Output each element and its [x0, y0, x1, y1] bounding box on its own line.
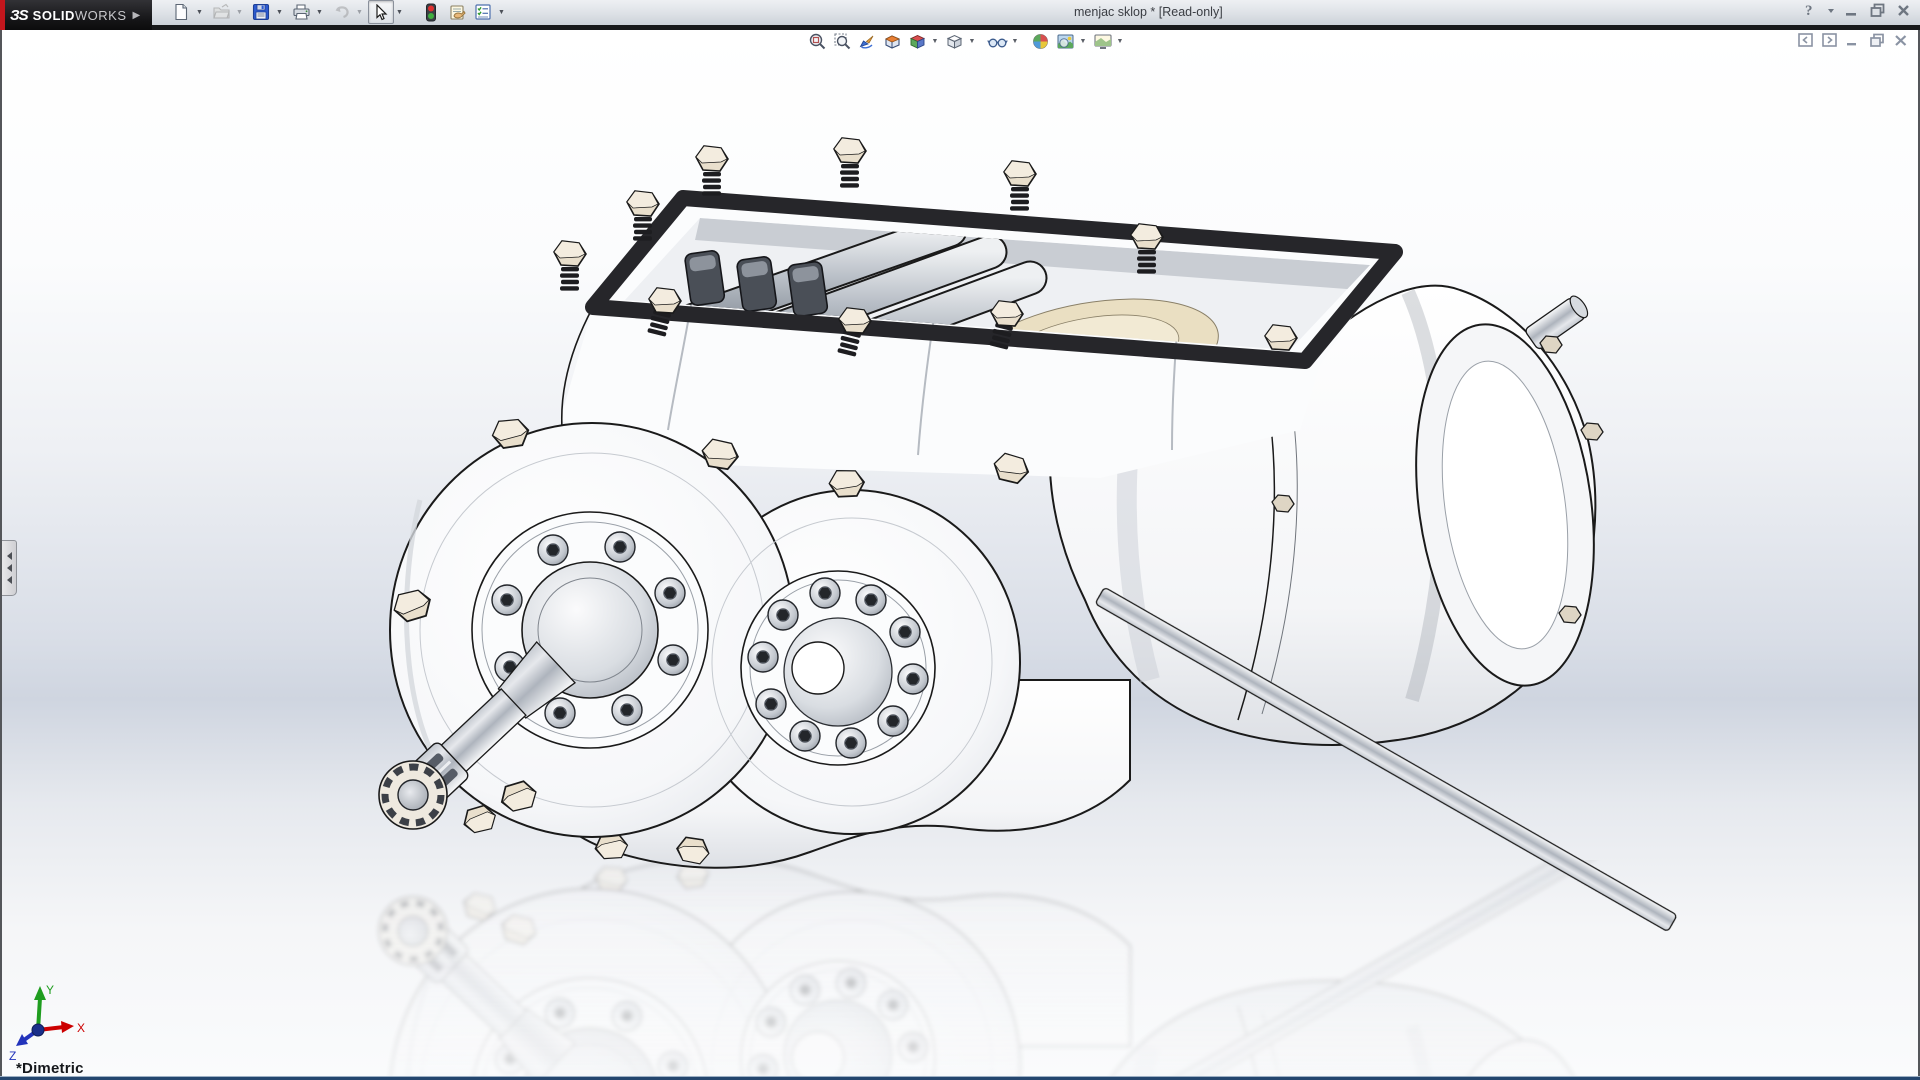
graphics-viewport[interactable]: ▼ ▼ ▼: [2, 30, 1918, 1076]
select-dropdown[interactable]: ▼: [394, 1, 405, 23]
feature-tree-collapsed-tab[interactable]: [2, 540, 17, 596]
save-button[interactable]: [248, 0, 274, 24]
save-floppy-icon: [252, 3, 270, 21]
restore-document-icon[interactable]: [1869, 33, 1885, 47]
document-window-controls: [1798, 33, 1908, 47]
open-dropdown[interactable]: ▼: [234, 1, 245, 23]
apply-scene-dropdown[interactable]: ▼: [1078, 38, 1088, 45]
new-document-dropdown[interactable]: ▼: [194, 1, 205, 23]
triad-x-label: X: [77, 1021, 85, 1035]
view-orientation-label: *Dimetric: [16, 1060, 84, 1076]
close-icon[interactable]: [1896, 2, 1912, 18]
display-style-cube-icon: [945, 32, 964, 51]
open-folder-icon: [212, 3, 231, 21]
print-dropdown[interactable]: ▼: [314, 1, 325, 23]
pane-left-icon[interactable]: [1798, 33, 1813, 47]
save-dropdown[interactable]: ▼: [274, 1, 285, 23]
options-checklist-icon: [474, 3, 492, 21]
solidworks-logo: ЗS SOLIDWORKS ▶: [0, 0, 152, 30]
view-settings-icon: [1093, 32, 1113, 51]
undo-button[interactable]: [328, 0, 354, 24]
rebuild-button[interactable]: [418, 0, 444, 24]
logo-red-accent: [0, 0, 5, 30]
standard-toolbar: ▼ ▼ ▼ ▼ ▼ ▼: [168, 0, 510, 24]
restore-icon[interactable]: [1869, 2, 1887, 18]
window-border-left: [0, 30, 2, 1076]
zoom-to-fit-icon: [808, 32, 827, 51]
brand-name-works: WORKS: [75, 8, 127, 23]
new-document-button[interactable]: [168, 0, 194, 24]
edit-appearance-button[interactable]: [1028, 31, 1053, 52]
menu-strip: [0, 25, 1920, 30]
apply-scene-button[interactable]: [1053, 31, 1078, 52]
solidworks-logo-mark: ЗS: [10, 7, 28, 24]
minimize-document-icon[interactable]: [1846, 33, 1860, 47]
view-orientation-dropdown[interactable]: ▼: [930, 38, 940, 45]
appearance-ball-icon: [1031, 32, 1050, 51]
display-style-button[interactable]: [942, 31, 967, 52]
left-arrow-icon: [7, 552, 12, 560]
view-orientation-cube-icon: [908, 32, 927, 51]
options-button[interactable]: [470, 0, 496, 24]
svg-text:?: ?: [1805, 3, 1813, 18]
printer-icon: [292, 3, 311, 21]
apply-scene-icon: [1056, 32, 1075, 51]
triad-y-label: Y: [46, 983, 54, 997]
view-settings-button[interactable]: [1090, 31, 1115, 52]
view-orientation-button[interactable]: [905, 31, 930, 52]
zoom-to-area-icon: [833, 32, 852, 51]
eyeglasses-icon: [987, 32, 1008, 51]
undo-arrow-icon: [332, 3, 351, 21]
new-document-icon: [172, 3, 190, 21]
print-button[interactable]: [288, 0, 314, 24]
heads-up-view-toolbar: ▼ ▼ ▼: [805, 31, 1127, 52]
options-dropdown[interactable]: ▼: [496, 1, 507, 23]
view-settings-dropdown[interactable]: ▼: [1115, 38, 1125, 45]
gearbox-3d-model[interactable]: [2, 30, 1918, 1076]
window-controls: ?: [1802, 2, 1912, 18]
zoom-to-fit-button[interactable]: [805, 31, 830, 52]
undo-dropdown[interactable]: ▼: [354, 1, 365, 23]
traffic-light-icon: [425, 3, 437, 22]
section-view-icon: [883, 32, 902, 51]
file-properties-button[interactable]: [444, 0, 470, 24]
previous-view-button[interactable]: [855, 31, 880, 52]
brand-name-solid: SOLID: [33, 8, 75, 23]
left-arrow-icon: [7, 576, 12, 584]
file-properties-icon: [448, 3, 467, 21]
document-title: menjac sklop * [Read-only]: [1074, 5, 1223, 19]
help-icon[interactable]: ?: [1802, 2, 1818, 18]
menu-flyout-arrow[interactable]: ▶: [133, 10, 141, 21]
pane-right-icon[interactable]: [1822, 33, 1837, 47]
select-button[interactable]: [368, 0, 394, 24]
left-arrow-icon: [7, 564, 12, 572]
section-view-button[interactable]: [880, 31, 905, 52]
hide-show-items-button[interactable]: [985, 31, 1010, 52]
previous-view-icon: [858, 32, 877, 51]
open-button[interactable]: [208, 0, 234, 24]
hide-show-items-dropdown[interactable]: ▼: [1010, 38, 1020, 45]
zoom-to-area-button[interactable]: [830, 31, 855, 52]
display-style-dropdown[interactable]: ▼: [967, 38, 977, 45]
select-cursor-icon: [373, 4, 389, 21]
close-document-icon[interactable]: [1894, 33, 1908, 47]
help-dropdown-icon[interactable]: [1827, 2, 1835, 18]
minimize-icon[interactable]: [1844, 2, 1860, 18]
